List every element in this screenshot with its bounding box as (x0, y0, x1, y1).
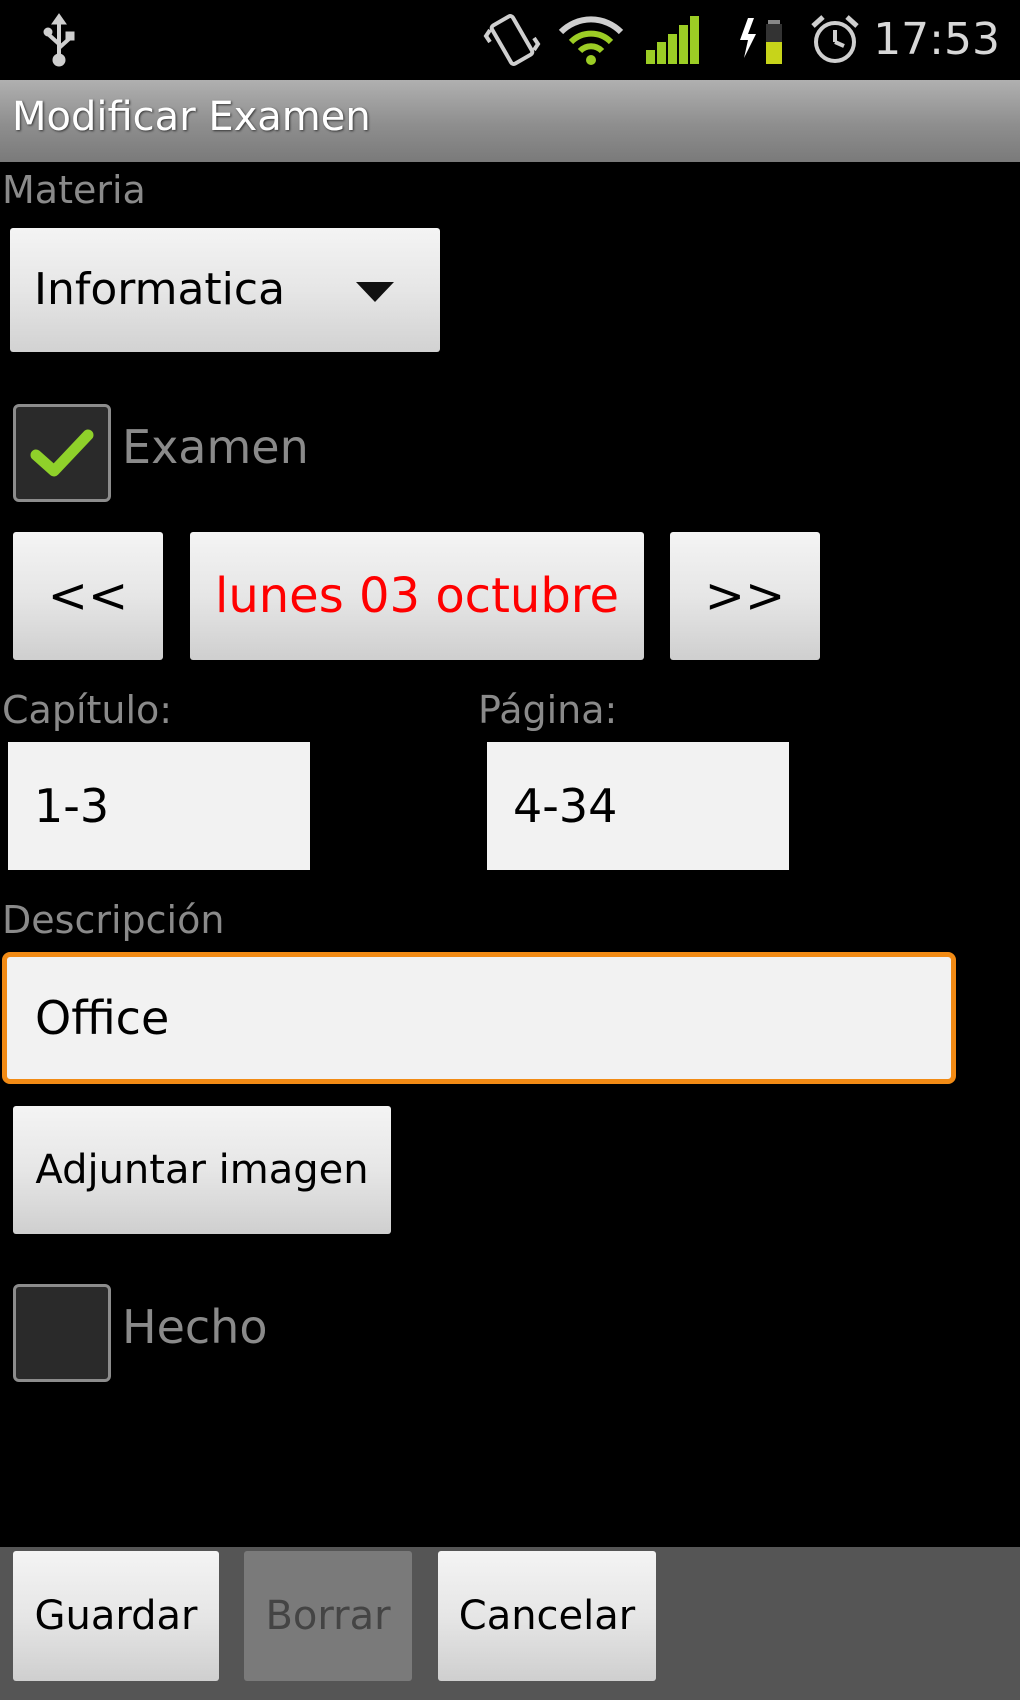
status-clock: 17:53 (873, 14, 1000, 65)
next-date-button[interactable]: >> (670, 532, 820, 660)
title-bar: Modificar Examen (0, 80, 1020, 162)
screen-title: Modificar Examen (12, 94, 371, 140)
alarm-icon (808, 12, 862, 68)
capitulo-label: Capítulo: (2, 688, 173, 732)
materia-label: Materia (2, 168, 146, 212)
pagina-label: Página: (478, 688, 618, 732)
descripcion-label: Descripción (2, 898, 225, 942)
examen-label: Examen (122, 420, 309, 474)
hecho-checkbox[interactable] (13, 1284, 111, 1382)
delete-button[interactable]: Borrar (244, 1551, 412, 1681)
pagina-field[interactable]: 4-34 (487, 742, 789, 870)
examen-checkbox[interactable] (13, 404, 111, 502)
save-button[interactable]: Guardar (13, 1551, 219, 1681)
usb-icon (34, 12, 84, 68)
chevron-down-icon (356, 282, 394, 302)
checkmark-icon (30, 429, 94, 477)
attach-image-button[interactable]: Adjuntar imagen (13, 1106, 391, 1234)
vibrate-icon (482, 12, 542, 68)
prev-date-button[interactable]: << (13, 532, 163, 660)
wifi-icon (558, 12, 624, 68)
cancel-button[interactable]: Cancelar (438, 1551, 656, 1681)
descripcion-field[interactable]: Office (2, 952, 956, 1084)
signal-icon (644, 12, 702, 68)
materia-value: Informatica (34, 264, 286, 315)
hecho-label: Hecho (122, 1300, 268, 1354)
action-bar: Guardar Borrar Cancelar (0, 1547, 1020, 1700)
battery-charging-icon (738, 12, 788, 68)
date-button[interactable]: lunes 03 octubre (190, 532, 644, 660)
status-bar: 17:53 (0, 0, 1020, 80)
capitulo-field[interactable]: 1-3 (8, 742, 310, 870)
materia-spinner[interactable]: Informatica (10, 228, 440, 352)
